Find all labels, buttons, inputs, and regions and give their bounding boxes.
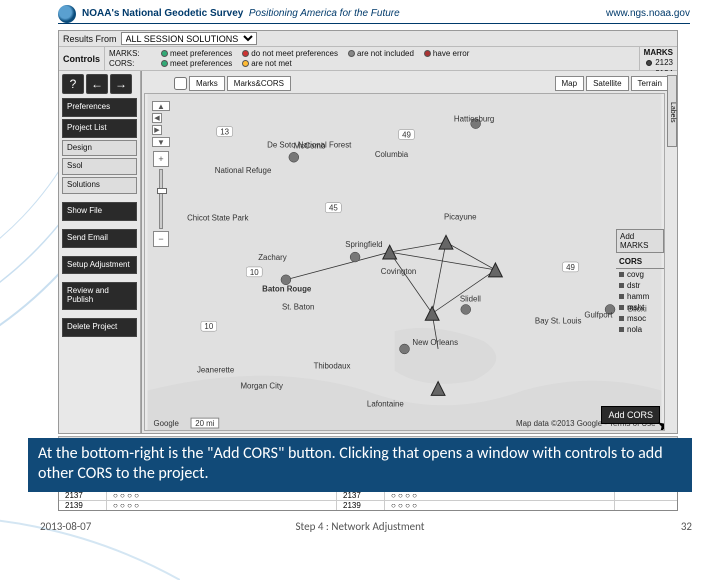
svg-text:Zachary: Zachary [258,253,287,262]
controls-head: Controls [59,47,105,70]
terrain-tab[interactable]: Terrain [631,76,669,91]
svg-text:49: 49 [402,130,411,139]
labels-tab[interactable]: Labels [667,75,677,147]
cors-head: CORS [616,255,664,269]
tagline: Positioning America for the Future [249,8,400,19]
svg-text:10: 10 [250,268,259,277]
bottom-table: 2137 ○ ○ ○ ○ 2137 ○ ○ ○ ○ 2139 ○ ○ ○ ○ 2… [58,489,678,511]
solutions-button[interactable]: Solutions [62,177,137,194]
sidebar: ? ← → Preferences Project List Design Ss… [59,71,141,433]
svg-text:Baton Rouge: Baton Rouge [262,285,312,294]
callout-underline [28,490,692,492]
delete-project-button[interactable]: Delete Project [62,318,137,337]
map-tab[interactable]: Map [555,76,585,91]
svg-text:Chicot State Park: Chicot State Park [187,213,248,222]
slide-footer: 2013-08-07 Step 4 : Network Adjustment 3… [0,518,720,534]
agency-name: NOAA's [82,8,119,19]
map-container: Marks Marks&CORS Map Satellite Terrain L… [141,71,677,433]
svg-text:Gulfport: Gulfport [584,310,613,319]
svg-text:13: 13 [220,128,229,137]
map-canvas[interactable]: ▲ ◀ ▶ ▼ + − 13 45 49 [144,93,665,431]
map-svg: 13 45 49 49 10 10 [145,94,664,430]
cors-item[interactable]: nola [616,324,664,335]
svg-text:National Refuge: National Refuge [215,166,272,175]
svg-text:Morgan City: Morgan City [240,381,283,390]
svg-text:Hattiesburg: Hattiesburg [454,115,494,124]
zoom-slider[interactable] [159,169,163,229]
pan-up[interactable]: ▲ [152,101,170,111]
svg-text:Slidell: Slidell [460,295,481,304]
svg-text:New Orleans: New Orleans [412,338,458,347]
review-publish-button[interactable]: Review and Publish [62,282,137,310]
svg-text:Picayune: Picayune [444,213,477,222]
zoom-control: ▲ ◀ ▶ ▼ + − [151,100,171,248]
svg-text:Thibodaux: Thibodaux [314,362,351,371]
dept-name: National Geodetic Survey [122,8,243,19]
help-button[interactable]: ? [62,74,84,94]
show-file-button[interactable]: Show File [62,202,137,221]
noaa-header: NOAA's National Geodetic Survey Position… [58,6,690,24]
site-url: www.ngs.noaa.gov [606,8,690,19]
marks-checkbox[interactable] [174,77,187,90]
filter-legend: MARKS: meet preferences do not meet pref… [105,49,639,68]
cors-item[interactable]: hamm [616,291,664,302]
filter-bar: Controls MARKS: meet preferences do not … [59,47,677,71]
app-window: Results From ALL SESSION SOLUTIONS Contr… [58,30,678,434]
footer-date: 2013-08-07 [40,520,91,533]
cors-item[interactable]: msoc [616,313,664,324]
svg-text:Google: Google [153,419,179,428]
design-button[interactable]: Design [62,140,137,157]
footer-title: Step 4 : Network Adjustment [296,520,425,533]
svg-text:Columbia: Columbia [375,150,409,159]
project-list-button[interactable]: Project List [62,119,137,138]
zoom-out-button[interactable]: − [153,231,169,247]
results-label: Results From [63,34,117,44]
results-bar: Results From ALL SESSION SOLUTIONS [59,31,677,47]
zoom-in-button[interactable]: + [153,151,169,167]
svg-text:Lafontaine: Lafontaine [367,399,404,408]
cors-item[interactable]: msht [616,302,664,313]
marks-tab[interactable]: Marks [189,76,225,91]
forward-button[interactable]: → [110,74,132,94]
markscors-tab[interactable]: Marks&CORS [227,76,291,91]
svg-text:Bay St. Louis: Bay St. Louis [535,316,582,325]
callout-box: At the bottom-right is the "Add CORS" bu… [28,438,692,490]
svg-text:49: 49 [566,263,575,272]
svg-text:45: 45 [329,204,338,213]
add-marks-button[interactable]: Add MARKS [616,229,664,253]
main-area: ? ← → Preferences Project List Design Ss… [59,71,677,433]
cors-panel: Add MARKS CORS covg dstr hamm msht msoc … [616,229,664,335]
send-email-button[interactable]: Send Email [62,229,137,248]
svg-text:St. Baton: St. Baton [282,302,314,311]
svg-text:Jeanerette: Jeanerette [197,366,235,375]
cors-item[interactable]: dstr [616,280,664,291]
setup-adjustment-button[interactable]: Setup Adjustment [62,256,137,275]
satellite-tab[interactable]: Satellite [586,76,628,91]
svg-text:De Soto National Forest: De Soto National Forest [267,140,352,149]
back-button[interactable]: ← [86,74,108,94]
cors-item[interactable]: covg [616,269,664,280]
pan-right[interactable]: ▶ [152,125,162,135]
svg-text:10: 10 [204,322,213,331]
marks-id-panel: MARKS 2123 2134 2137 2139 [639,47,677,70]
svg-text:Springfield: Springfield [345,240,382,249]
pan-left[interactable]: ◀ [152,113,162,123]
add-cors-button[interactable]: Add CORS [601,406,660,424]
ssol-button[interactable]: Ssol [62,158,137,175]
svg-text:Covington: Covington [381,267,417,276]
svg-text:20 mi: 20 mi [195,419,215,428]
prefs-button[interactable]: Preferences [62,98,137,117]
results-select[interactable]: ALL SESSION SOLUTIONS [121,32,257,45]
map-toolbar: Marks Marks&CORS Map Satellite Terrain [148,75,671,91]
pan-down[interactable]: ▼ [152,137,170,147]
noaa-logo [58,5,76,23]
footer-page: 32 [681,520,692,533]
